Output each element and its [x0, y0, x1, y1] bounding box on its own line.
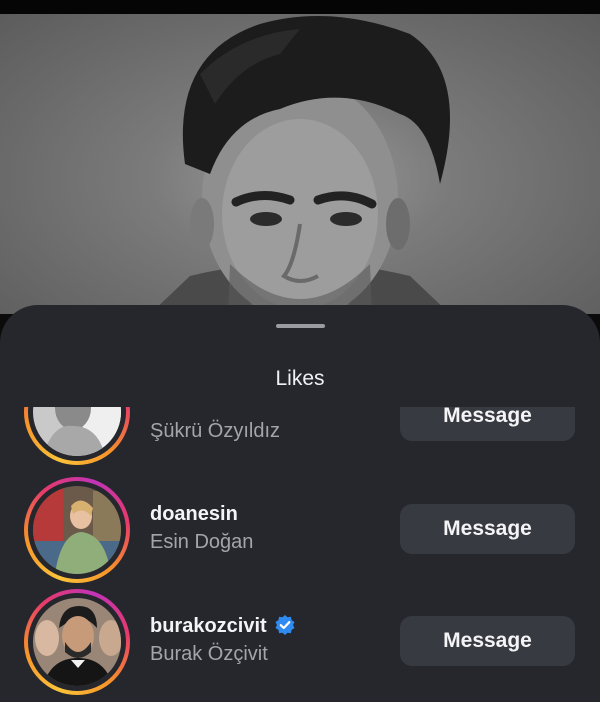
sheet-title: Likes	[275, 367, 325, 390]
likes-sheet: Likes Şükrü Özyıldız Message doanesin Es…	[0, 305, 600, 702]
likes-list: Şükrü Özyıldız Message doanesin Esin Doğ…	[0, 407, 600, 702]
story-ring[interactable]	[24, 407, 130, 465]
drag-handle[interactable]	[276, 324, 325, 328]
message-button[interactable]: Message	[400, 616, 575, 666]
story-ring[interactable]	[24, 477, 130, 583]
story-ring[interactable]	[24, 589, 130, 695]
username[interactable]: doanesin	[150, 503, 238, 526]
full-name: Esin Doğan	[150, 531, 254, 553]
verified-badge-icon	[275, 615, 295, 635]
status-bar	[0, 0, 600, 14]
full-name: Şükrü Özyıldız	[150, 420, 281, 442]
post-photo	[0, 14, 600, 314]
list-item[interactable]: Şükrü Özyıldız Message	[0, 407, 600, 471]
full-name: Burak Özçivit	[150, 643, 268, 665]
list-item[interactable]: burakozcivit Burak Özçivit Message	[0, 589, 600, 701]
username[interactable]: burakozcivit	[150, 615, 295, 638]
avatar	[33, 598, 121, 686]
list-item[interactable]: doanesin Esin Doğan Message	[0, 477, 600, 589]
message-button[interactable]: Message	[400, 407, 575, 441]
message-button[interactable]: Message	[400, 504, 575, 554]
avatar	[33, 486, 121, 574]
